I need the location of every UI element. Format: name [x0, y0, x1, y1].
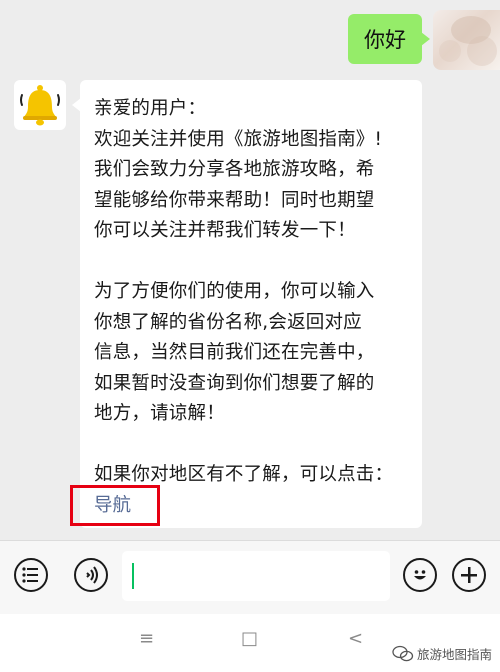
- message-line: 地方，请谅解！: [94, 403, 225, 424]
- system-navigation-bar: ≡ □ < 旅游地图指南: [0, 614, 500, 672]
- message-line: 信息，当然目前我们还在完善中，: [94, 342, 375, 363]
- emoji-icon: [414, 570, 426, 580]
- outgoing-message-text: 你好: [364, 28, 406, 52]
- emoji-button[interactable]: [403, 558, 437, 592]
- menu-nav-button[interactable]: ≡: [139, 628, 154, 649]
- message-line: 欢迎关注并使用《旅游地图指南》!: [94, 128, 383, 150]
- chat-area: 你好 亲爱的用户： 欢迎关注并使用《旅游地图指南》! 我们会致力分享各地旅游攻略…: [0, 0, 500, 540]
- bell-avatar[interactable]: [14, 80, 66, 130]
- message-line: 如果暂时没查询到你们想要了解的: [94, 372, 375, 394]
- back-nav-button[interactable]: <: [348, 628, 363, 649]
- incoming-message[interactable]: 亲爱的用户： 欢迎关注并使用《旅游地图指南》! 我们会致力分享各地旅游攻略，希 …: [72, 80, 422, 528]
- plus-icon: [461, 567, 477, 583]
- input-bar: [0, 540, 500, 615]
- message-line: 我们会致力分享各地旅游攻略，希: [94, 159, 375, 180]
- message-line: 望能够给你带来帮助！同时也期望: [94, 189, 375, 211]
- bell-icon: [20, 85, 60, 126]
- list-icon: [22, 567, 38, 583]
- message-line: 为了方便你们的使用，你可以输入: [94, 281, 375, 302]
- watermark: 旅游地图指南: [392, 644, 492, 663]
- voice-button[interactable]: [74, 558, 108, 592]
- watermark-text: 旅游地图指南: [416, 647, 492, 662]
- message-line: 你可以关注并帮我们转发一下！: [94, 220, 356, 241]
- message-line: 亲爱的用户：: [94, 98, 207, 119]
- outgoing-message[interactable]: 你好: [348, 14, 430, 64]
- message-input[interactable]: [122, 551, 390, 601]
- voice-icon: [86, 566, 98, 584]
- home-nav-button[interactable]: □: [241, 628, 258, 649]
- highlight-box: [70, 485, 160, 526]
- user-avatar[interactable]: [433, 10, 500, 70]
- wechat-icon: [392, 645, 414, 661]
- more-button[interactable]: [452, 558, 486, 592]
- message-line: 你想了解的省份名称,会返回对应: [94, 311, 362, 333]
- menu-list-button[interactable]: [14, 558, 48, 592]
- text-caret: [132, 563, 134, 589]
